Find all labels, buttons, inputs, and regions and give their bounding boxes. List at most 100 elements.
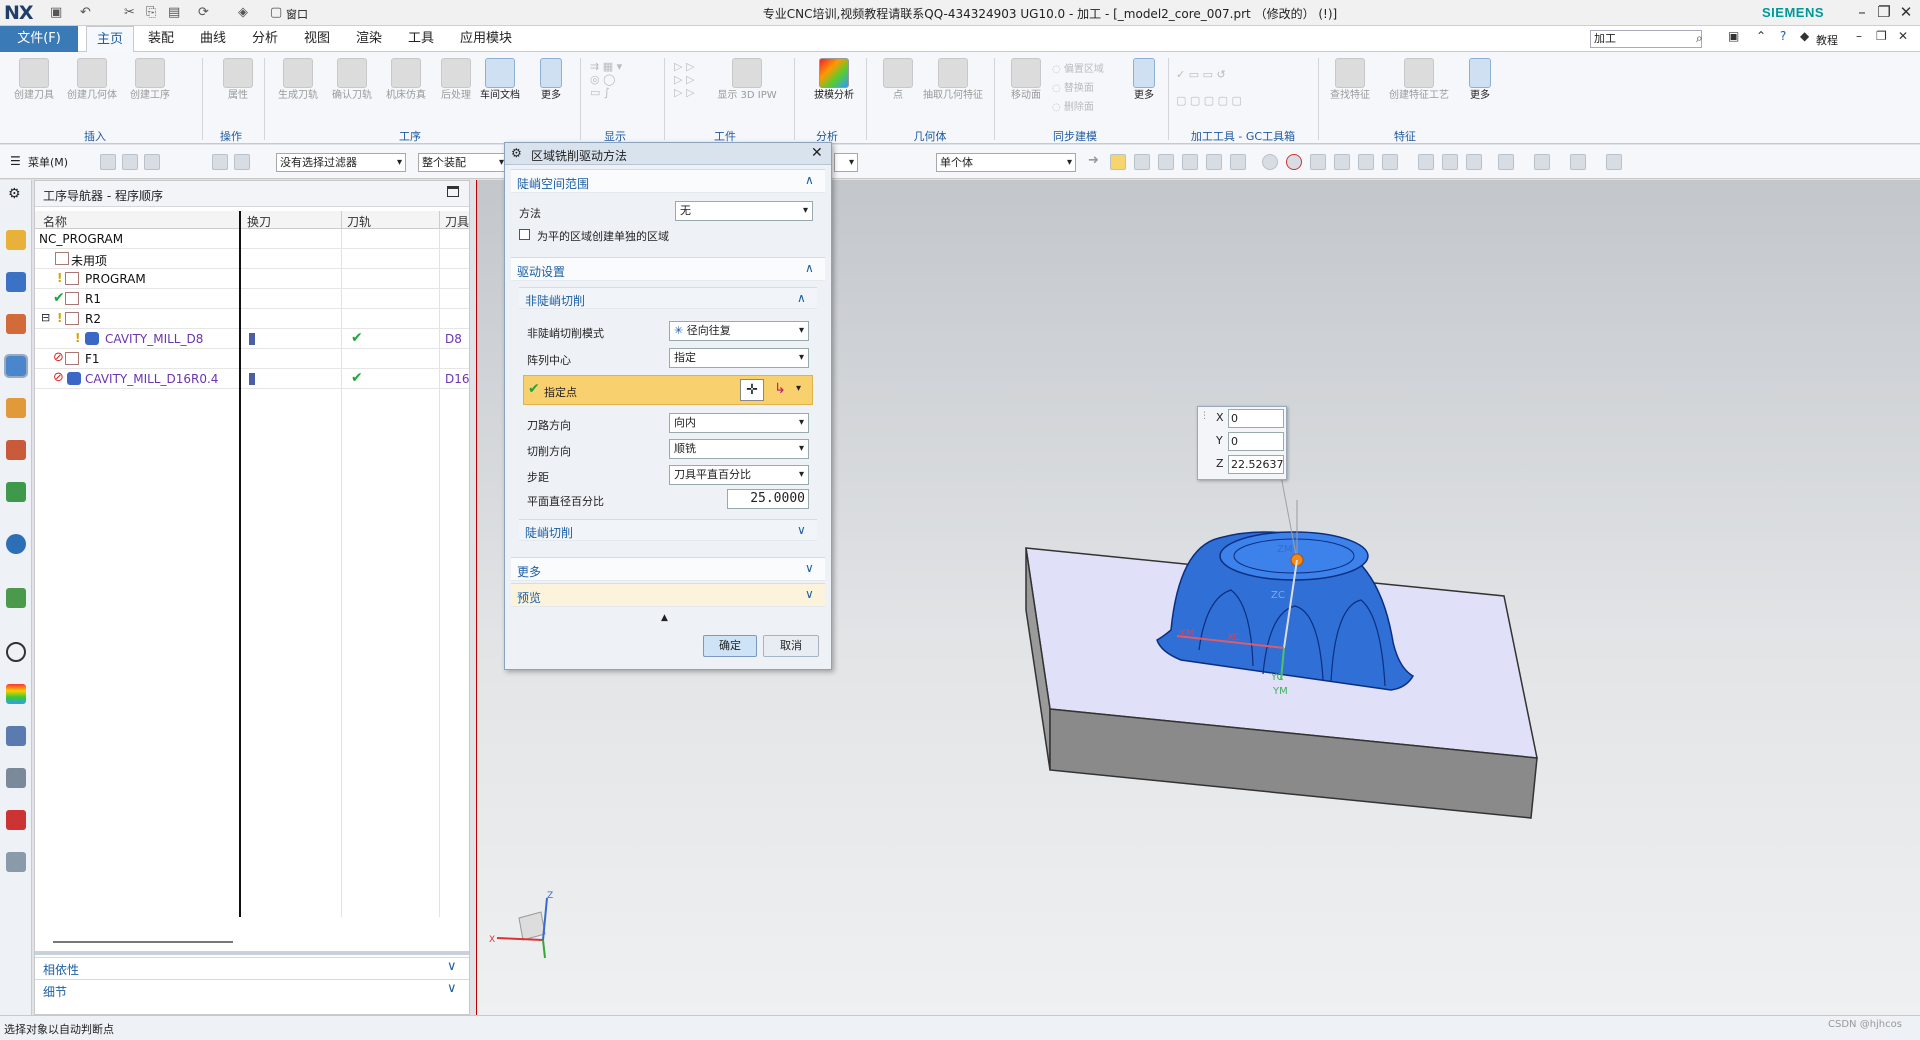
tab-home[interactable]: 主页 — [86, 26, 135, 52]
find-feature-button[interactable]: 查找特征 — [1322, 58, 1378, 102]
section-more[interactable]: 更多 ∨ — [511, 557, 825, 581]
tab-assembly[interactable]: 装配 — [138, 26, 184, 52]
snap-circle-icon[interactable] — [1286, 154, 1302, 170]
doc-close-icon[interactable]: ✕ — [1898, 29, 1908, 43]
cut-direction-select[interactable]: 顺铣 — [669, 439, 809, 459]
select-tool-icon[interactable] — [212, 154, 228, 170]
shop-docs-button[interactable]: 车间文档 — [472, 58, 528, 102]
assembly-navigator-icon[interactable] — [6, 230, 26, 250]
dependencies-panel[interactable]: 相依性 ∨ — [35, 957, 469, 977]
window-menu[interactable]: 窗口 — [286, 6, 308, 22]
menu-icon[interactable]: ☰ — [10, 154, 21, 168]
search-icon[interactable]: ⌕ — [1696, 31, 1703, 46]
select-tool-icon[interactable] — [234, 154, 250, 170]
col-tool-change[interactable]: 换刀 — [247, 213, 271, 230]
more-button-sync[interactable]: 更多 — [1118, 58, 1170, 102]
table-row[interactable]: 未用项 — [35, 249, 469, 269]
view-tool-icon[interactable] — [1442, 154, 1458, 170]
snap-center-icon[interactable] — [1262, 154, 1278, 170]
y-coordinate-input[interactable]: 0 — [1228, 432, 1284, 451]
horizontal-scrollbar[interactable] — [53, 941, 233, 943]
section-steep-containment[interactable]: 陡峭空间范围 ∧ — [511, 169, 825, 193]
select-tool-icon[interactable] — [144, 154, 160, 170]
doc-restore-icon[interactable]: ❐ — [1876, 29, 1887, 43]
tab-curve[interactable]: 曲线 — [190, 26, 236, 52]
close-icon[interactable]: ✕ — [1896, 3, 1916, 21]
section-preview[interactable]: 预览 ∨ — [511, 583, 825, 607]
z-coordinate-input[interactable]: 22.52637 — [1228, 455, 1284, 474]
selection-select[interactable] — [834, 153, 858, 172]
maximize-icon[interactable] — [447, 186, 459, 197]
more-button-feature[interactable]: 更多 — [1454, 58, 1506, 102]
panel-splitter[interactable] — [35, 951, 469, 955]
arrow-icon[interactable]: ➜ — [1088, 153, 1099, 168]
table-row[interactable]: ⊘ CAVITY_MILL_D16R0.4 ✔ D16 — [35, 369, 470, 389]
tab-analysis[interactable]: 分析 — [242, 26, 288, 52]
cut-icon[interactable]: ✂ — [124, 5, 135, 20]
minimize-icon[interactable]: – — [1852, 3, 1872, 21]
draft-analysis-button[interactable]: 拔模分析 — [806, 58, 862, 102]
generate-toolpath-button[interactable]: 生成刀轨 — [270, 58, 326, 102]
body-select[interactable]: 单个体 — [936, 153, 1076, 172]
snap-quadrant-icon[interactable] — [1310, 154, 1326, 170]
palette-icon[interactable] — [6, 684, 26, 704]
tutorial-link[interactable]: 教程 — [1816, 32, 1838, 48]
workpiece-tools-icons[interactable]: ▷ ▷ ▷ ▷ ▷ ▷ — [674, 60, 694, 99]
create-operation-button[interactable]: 创建工序 — [122, 58, 178, 102]
report-icon[interactable] — [6, 810, 26, 830]
snap-face-icon[interactable] — [1382, 154, 1398, 170]
table-row[interactable]: NC_PROGRAM — [35, 229, 469, 249]
x-coordinate-input[interactable]: 0 — [1228, 409, 1284, 428]
snap-existing-icon[interactable] — [1334, 154, 1350, 170]
snap-point-icon[interactable] — [1110, 154, 1126, 170]
part-navigator-icon[interactable] — [6, 314, 26, 334]
repeat-icon[interactable]: ⟳ — [198, 5, 209, 20]
hd3d-tools-icon[interactable] — [6, 482, 26, 502]
clock-icon[interactable] — [6, 642, 26, 662]
main-menu-button[interactable]: 菜单(M) — [28, 154, 68, 170]
table-row[interactable]: ⊘ F1 — [35, 349, 469, 369]
cut-pattern-select[interactable]: ✳ 径向往复 — [669, 321, 809, 341]
ok-button[interactable]: 确定 — [703, 635, 757, 657]
dialog-titlebar[interactable]: ⚙ 区域铣削驱动方法 ✕ — [505, 143, 831, 165]
cancel-button[interactable]: 取消 — [763, 635, 819, 657]
operation-navigator-icon[interactable] — [4, 354, 28, 378]
create-tool-button[interactable]: 创建刀具 — [6, 58, 62, 102]
snap-curve-icon[interactable] — [1358, 154, 1374, 170]
drag-handle-icon[interactable]: ⋮ — [1200, 411, 1209, 421]
system-materials-icon[interactable] — [6, 852, 26, 872]
move-face-button[interactable]: 移动面 — [998, 58, 1054, 102]
snap-mid-icon[interactable] — [1158, 154, 1174, 170]
save-icon[interactable]: ▣ — [50, 5, 62, 20]
snap-tangent-icon[interactable] — [1230, 154, 1246, 170]
paste-icon[interactable]: ▤ — [168, 5, 180, 20]
gc-toolbox-icons[interactable]: ✓ ▭ ▭ ↺ ▢ ▢ ▢ ▢ ▢ — [1176, 62, 1242, 114]
details-panel[interactable]: 细节 ∨ — [35, 979, 469, 999]
select-tool-icon[interactable] — [100, 154, 116, 170]
tutorial-icon[interactable]: ◆ — [1800, 29, 1809, 43]
undo-icon[interactable]: ↶ — [80, 5, 91, 20]
snap-end-icon[interactable] — [1134, 154, 1150, 170]
display-3d-ipw-button[interactable]: 显示 3D IPW — [712, 58, 782, 102]
collapse-dialog-icon[interactable]: ▲ — [661, 613, 668, 623]
planar-diameter-input[interactable]: 25.0000 — [727, 489, 809, 509]
help-icon[interactable]: ? — [1780, 29, 1786, 43]
scope-select[interactable]: 整个装配 — [418, 153, 508, 172]
window-icon[interactable]: ▢ — [270, 5, 282, 20]
col-toolpath[interactable]: 刀轨 — [347, 213, 371, 230]
inferred-point-icon[interactable]: ↳ — [768, 379, 792, 401]
col-name[interactable]: 名称 — [43, 213, 67, 230]
properties-button[interactable]: 属性 — [210, 58, 266, 102]
table-row[interactable]: ! PROGRAM — [35, 269, 469, 289]
render-style-icon[interactable] — [1534, 154, 1550, 170]
ribbon-collapse-icon[interactable]: ⌃ — [1756, 29, 1766, 43]
flat-area-checkbox[interactable] — [519, 229, 530, 240]
layout-icon[interactable] — [1498, 154, 1514, 170]
display-tools-icons[interactable]: ⇉ ▦ ▾ ◎ ◯ ▭ ∫ — [590, 60, 622, 99]
extract-geometry-button[interactable]: 抽取几何特征 — [920, 58, 986, 102]
sync-modeling-small[interactable]: ◌ 偏置区域 ◌ 替换面 ◌ 删除面 — [1052, 60, 1104, 117]
stepover-select[interactable]: 刀具平直百分比 — [669, 465, 809, 485]
type-filter-select[interactable]: 没有选择过滤器 — [276, 153, 406, 172]
gear-icon[interactable]: ⚙ — [511, 146, 522, 160]
restore-icon[interactable]: ❐ — [1874, 3, 1894, 21]
